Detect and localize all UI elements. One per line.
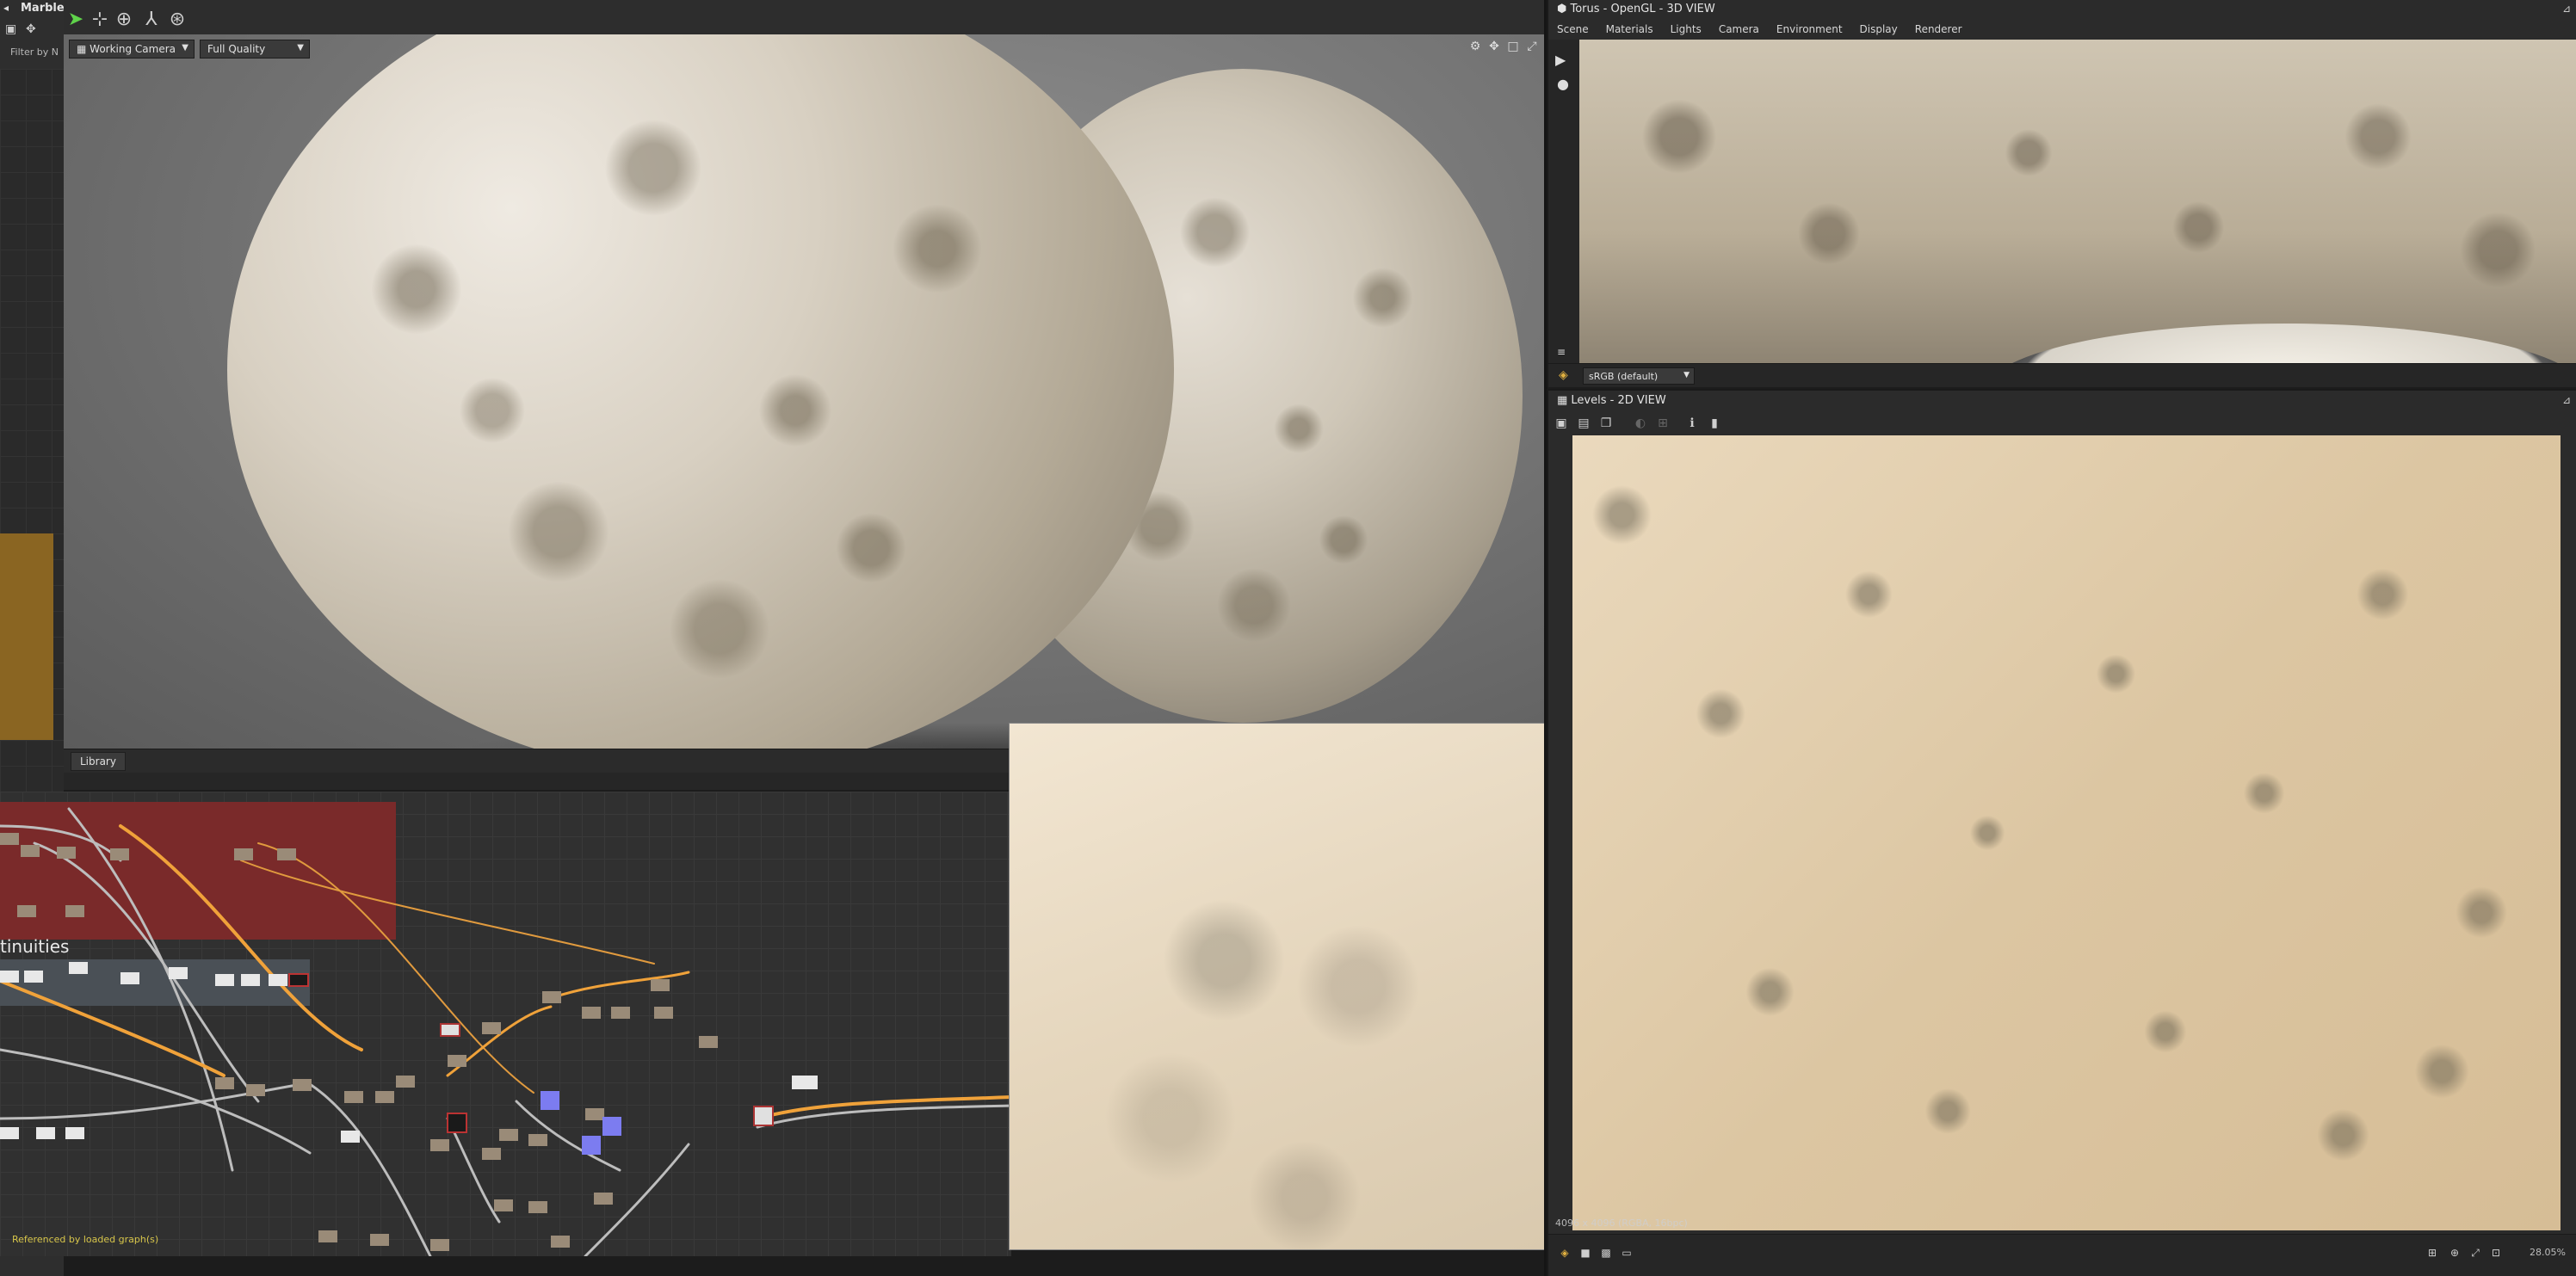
- frame-tool-icon[interactable]: ▣: [5, 22, 16, 36]
- graph-wires: [0, 807, 1011, 1256]
- camera-dropdown-label: Working Camera: [90, 43, 176, 55]
- camera-dropdown[interactable]: ▦ Working Camera ▼: [69, 40, 195, 59]
- maximize-icon[interactable]: □: [1504, 40, 1522, 57]
- fit-icon[interactable]: ⤢: [2468, 1247, 2483, 1262]
- view3d-title: ⬢ Torus - OpenGL - 3D VIEW: [1557, 3, 1715, 15]
- camera-dropdown-icon: ▦: [77, 43, 90, 55]
- view3d-footer: ◈ sRGB (default) ▼: [1548, 363, 2576, 387]
- quality-dropdown-label: Full Quality: [207, 43, 266, 55]
- light-bulb-icon[interactable]: ●: [1557, 76, 1569, 92]
- pick-icon[interactable]: ⊕: [2447, 1247, 2462, 1262]
- main-toolbar: ➤ ⊹ ⊕ ⅄ ⊛: [64, 0, 1544, 38]
- colorspace-label: sRGB (default): [1589, 371, 1659, 382]
- view3d-icon: ⬢: [1557, 3, 1571, 15]
- pan-tool-icon[interactable]: ✥: [26, 22, 36, 36]
- marble-texture-2d: [1572, 435, 2561, 1230]
- background-black-icon[interactable]: ■: [1578, 1247, 1593, 1262]
- zoom-level[interactable]: 28.05%: [2530, 1247, 2566, 1258]
- quality-dropdown[interactable]: Full Quality ▼: [200, 40, 310, 59]
- fit-view-icon[interactable]: ▣: [1552, 416, 1571, 435]
- save-icon[interactable]: ▤: [1574, 416, 1593, 435]
- menu-camera[interactable]: Camera: [1710, 21, 1768, 40]
- marble-sphere-front: [227, 34, 1174, 749]
- resolution-label: 4096 x 4096 (RGBA, 16bpc): [1555, 1217, 1688, 1229]
- view2d-footer: 4096 x 4096 (RGBA, 16bpc) ◈ ■ ▩ ▭ ⊞ ⊕ ⤢ …: [1548, 1217, 2576, 1276]
- view3d-title-text: Torus - OpenGL - 3D VIEW: [1570, 3, 1715, 15]
- layers-icon[interactable]: ◈: [1557, 1247, 1572, 1262]
- grid-icon[interactable]: ⊞: [2425, 1247, 2440, 1262]
- view3d-sidebar: ▶ ● ≡: [1548, 40, 1579, 367]
- transform-icon[interactable]: ⊹: [88, 7, 112, 31]
- info-icon[interactable]: ℹ: [1683, 416, 1702, 435]
- axis-icon[interactable]: ⅄: [139, 7, 164, 31]
- menu-lights[interactable]: Lights: [1662, 21, 1710, 40]
- chevron-down-icon: ▼: [182, 43, 188, 52]
- tab-library[interactable]: Library: [71, 752, 126, 771]
- camera-rig-icon[interactable]: ⊛: [165, 7, 189, 31]
- torus-3d-view[interactable]: [1579, 40, 2576, 387]
- pin-icon[interactable]: ⊿: [2562, 3, 2571, 15]
- layers-icon[interactable]: ≡: [1557, 346, 1566, 358]
- graph-frame-orange: [0, 533, 53, 740]
- view3d-menu-bar: Scene Materials Lights Camera Environmen…: [1548, 21, 2576, 40]
- explorer-title: Marble: [21, 2, 64, 15]
- view2d-title-text: Levels - 2D VIEW: [1571, 394, 1666, 407]
- chevron-down-icon: ▼: [297, 43, 304, 52]
- texture-preview-floating[interactable]: [1009, 723, 1547, 1250]
- channel-icon[interactable]: ◐: [1631, 416, 1650, 435]
- torus-surface: [1579, 40, 2576, 363]
- levels-2d-image[interactable]: [1572, 435, 2561, 1230]
- menu-display[interactable]: Display: [1851, 21, 1906, 40]
- view2d-title: ▦ Levels - 2D VIEW: [1557, 394, 1666, 407]
- display-icon[interactable]: ▭: [1619, 1247, 1634, 1262]
- node-graph[interactable]: tinuities Referenced by loaded graph(s): [0, 792, 1011, 1256]
- copy-icon[interactable]: ❐: [1597, 416, 1615, 435]
- explorer-icon: ◂: [3, 2, 9, 14]
- globe-icon[interactable]: ⊕: [112, 7, 136, 31]
- menu-renderer[interactable]: Renderer: [1906, 21, 1971, 40]
- select-icon[interactable]: ➤: [64, 7, 88, 31]
- background-gray-icon[interactable]: ▩: [1598, 1247, 1614, 1262]
- popout-icon[interactable]: ⤢: [1523, 40, 1541, 57]
- histogram-icon[interactable]: ▮: [1705, 416, 1724, 435]
- horizontal-splitter[interactable]: [64, 773, 1010, 790]
- view2d-toolbar: ▣ ▤ ❐ ◐ ⊞ ℹ ▮: [1548, 413, 2576, 437]
- move-icon[interactable]: ✥: [1486, 40, 1503, 57]
- chevron-down-icon: ▼: [1683, 371, 1690, 379]
- main-3d-viewport[interactable]: ▦ Working Camera ▼ Full Quality ▼ ⚙ ✥ □ …: [64, 34, 1544, 749]
- filter-input[interactable]: Filter by N: [10, 46, 59, 58]
- zoom-icon[interactable]: ⊡: [2488, 1247, 2504, 1262]
- graph-status-text: Referenced by loaded graph(s): [12, 1234, 159, 1245]
- camera-icon[interactable]: ▶: [1555, 52, 1566, 68]
- menu-environment[interactable]: Environment: [1768, 21, 1851, 40]
- resolution-icon[interactable]: ⊞: [1653, 416, 1672, 435]
- settings-gear-icon[interactable]: ⚙: [1467, 40, 1484, 57]
- colorspace-layers-icon: ◈: [1559, 368, 1568, 382]
- pin-icon[interactable]: ⊿: [2562, 394, 2571, 406]
- colorspace-dropdown[interactable]: sRGB (default) ▼: [1583, 367, 1695, 385]
- view2d-panel: ▦ Levels - 2D VIEW ⊿ ▣ ▤ ❐ ◐ ⊞ ℹ ▮ 4096 …: [1547, 389, 2576, 1276]
- view3d-panel: ⬢ Torus - OpenGL - 3D VIEW ⊿ Scene Mater…: [1547, 0, 2576, 387]
- marble-texture-preview: [1010, 724, 1546, 1249]
- menu-scene[interactable]: Scene: [1548, 21, 1597, 40]
- menu-materials[interactable]: Materials: [1597, 21, 1662, 40]
- view2d-icon: ▦: [1557, 394, 1572, 407]
